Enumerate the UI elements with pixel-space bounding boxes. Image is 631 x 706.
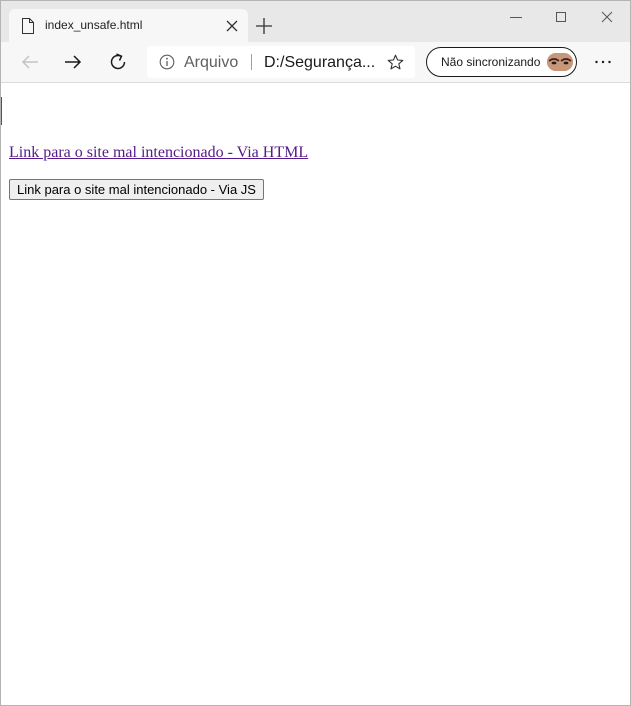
malicious-site-js-button[interactable]: Link para o site mal intencionado - Via … xyxy=(9,179,264,200)
profile-sync-button[interactable]: Não sincronizando xyxy=(426,47,577,77)
edge-mark xyxy=(1,97,4,125)
avatar xyxy=(547,53,573,71)
address-bar[interactable]: Arquivo D:/Segurança... xyxy=(147,46,415,78)
url-text[interactable]: D:/Segurança... xyxy=(264,54,375,72)
window-close-icon[interactable] xyxy=(597,7,617,27)
arrow-right-icon[interactable] xyxy=(62,51,84,73)
title-bar: index_unsafe.html xyxy=(1,1,630,42)
address-divider xyxy=(251,54,252,70)
avatar-image xyxy=(547,53,573,71)
malicious-site-html-link[interactable]: Link para o site mal intencionado - Via … xyxy=(9,144,308,162)
info-icon[interactable] xyxy=(159,54,175,70)
tab-index-unsafe[interactable]: index_unsafe.html xyxy=(9,9,248,42)
more-icon[interactable] xyxy=(592,51,614,73)
browser-window: index_unsafe.html Arquivo D:/Segurança..… xyxy=(0,0,631,706)
arrow-left-icon[interactable] xyxy=(19,51,41,73)
refresh-icon[interactable] xyxy=(107,51,129,73)
tab-title: index_unsafe.html xyxy=(45,18,143,32)
maximize-icon[interactable] xyxy=(551,7,571,27)
file-icon xyxy=(22,18,34,34)
plus-icon[interactable] xyxy=(255,17,273,35)
close-icon[interactable] xyxy=(225,19,239,33)
toolbar: Arquivo D:/Segurança... Não sincronizand… xyxy=(1,42,630,83)
site-info-label[interactable]: Arquivo xyxy=(184,54,238,72)
page-content: Link para o site mal intencionado - Via … xyxy=(1,83,630,705)
star-icon[interactable] xyxy=(387,54,404,71)
sync-status-label: Não sincronizando xyxy=(441,55,541,69)
minimize-icon[interactable] xyxy=(506,7,526,27)
